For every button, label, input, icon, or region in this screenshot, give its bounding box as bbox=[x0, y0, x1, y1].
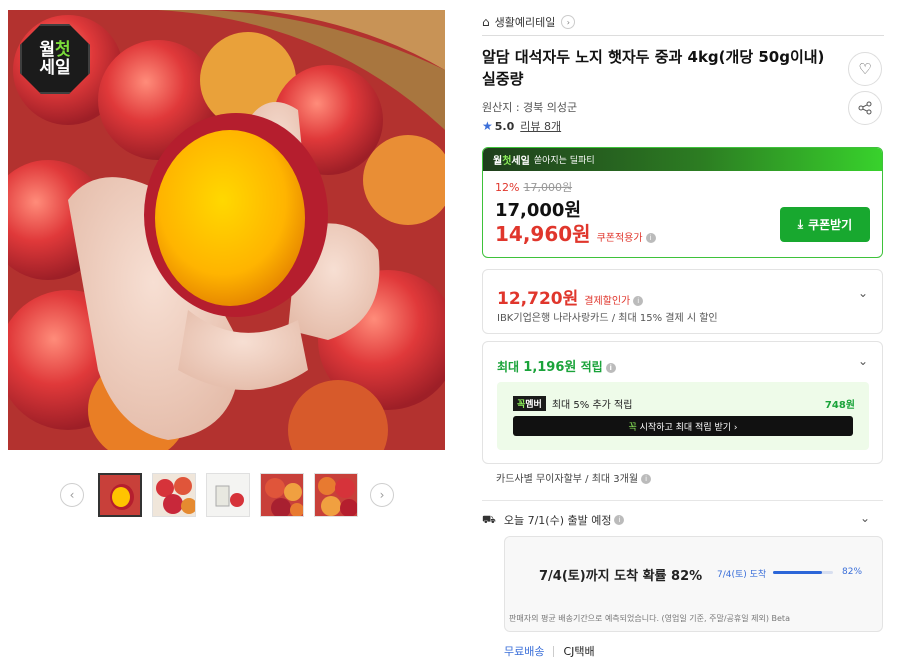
download-icon: ⤓ bbox=[797, 217, 804, 231]
heart-icon[interactable]: ♡ bbox=[848, 52, 882, 86]
probability-label: 82% bbox=[842, 567, 863, 577]
breadcrumb-store[interactable]: 생활예리테일 bbox=[495, 14, 556, 30]
payment-price: 12,720원 bbox=[497, 289, 579, 309]
chevron-down-icon[interactable]: ⌄ bbox=[860, 511, 870, 525]
points-card: 최대 1,196원 적립 i ⌄ 꼭멤버 최대 5% 추가 적립 748원 꼭 시… bbox=[482, 341, 883, 464]
chevron-right-icon[interactable]: › bbox=[370, 483, 394, 507]
deal-box: 월 첫 세일 쏟아지는 딜파티 12% 17,000원 17,000원 14,960원… bbox=[482, 147, 883, 258]
rating-score: 5.0 bbox=[494, 119, 515, 133]
thumbnail-3[interactable] bbox=[206, 473, 250, 517]
delivery-footnote: 판매자의 평균 배송기간으로 예측되었습니다. (영업일 기준, 주말/공휴일 … bbox=[509, 614, 790, 623]
membership-tag: 꼭멤버 bbox=[513, 396, 546, 411]
coupon-price: 14,960원 bbox=[495, 222, 591, 246]
info-icon[interactable]: i bbox=[645, 233, 656, 243]
membership-amount: 748원 bbox=[824, 400, 855, 411]
installment-info: 카드사별 무이자할부 / 최대 3개월 i bbox=[482, 470, 652, 485]
product-gallery: 월첫 세일 ‹ › bbox=[0, 0, 460, 667]
info-icon[interactable]: i bbox=[633, 296, 644, 306]
truck-icon: ⛟ bbox=[482, 512, 496, 526]
coupon-download-button[interactable]: ⤓ 쿠폰받기 bbox=[780, 207, 870, 242]
membership-row: 꼭멤버 최대 5% 추가 적립 bbox=[513, 396, 632, 411]
points-header: 최대 1,196원 적립 i bbox=[497, 356, 616, 375]
share-icon[interactable] bbox=[848, 91, 882, 125]
thumbnail-strip: ‹ › bbox=[60, 470, 400, 520]
info-icon[interactable]: i bbox=[641, 474, 652, 484]
thumbnail-2[interactable] bbox=[152, 473, 196, 517]
payment-price-row: 12,720원 결제할인가 i bbox=[497, 284, 644, 309]
list-price: 17,000원 bbox=[523, 181, 573, 194]
shipping-method: 무료배송 CJ택배 bbox=[504, 643, 595, 659]
probability-bar bbox=[773, 571, 833, 574]
thumbnail-4[interactable] bbox=[260, 473, 304, 517]
chevron-down-icon[interactable]: ⌄ bbox=[858, 286, 868, 300]
carrier-label: CJ택배 bbox=[563, 645, 595, 658]
rating: ★ 5.0 리뷰 8개 bbox=[482, 118, 561, 134]
membership-start-button[interactable]: 꼭 시작하고 최대 적립 받기 › bbox=[513, 416, 853, 436]
info-icon[interactable]: i bbox=[614, 515, 625, 525]
divider bbox=[482, 500, 883, 501]
discount-rate: 12% bbox=[495, 181, 520, 194]
divider bbox=[482, 35, 884, 36]
chevron-left-icon[interactable]: ‹ bbox=[60, 483, 84, 507]
star-icon: ★ bbox=[482, 119, 493, 133]
chevron-right-icon[interactable]: › bbox=[561, 15, 576, 29]
info-icon[interactable]: i bbox=[605, 362, 616, 373]
discount-line: 12% 17,000원 bbox=[495, 179, 572, 195]
arrival-date: 7/4(토) 도착 bbox=[717, 570, 767, 580]
first-sale-badge: 월첫 세일 bbox=[20, 24, 90, 94]
free-shipping-label: 무료배송 bbox=[504, 645, 545, 658]
origin-text: 원산지 : 경북 의성군 bbox=[482, 101, 578, 114]
shipping-departure: ⛟ 오늘 7/1(수) 출발 예정 i bbox=[482, 512, 625, 528]
coupon-price-row: 14,960원 쿠폰적용가 i bbox=[495, 218, 656, 247]
review-link[interactable]: 리뷰 8개 bbox=[520, 118, 561, 134]
home-icon[interactable]: ⌂ bbox=[482, 15, 490, 29]
deal-header: 월 첫 세일 쏟아지는 딜파티 bbox=[483, 148, 882, 171]
delivery-estimate-box: 7/4(토)까지 도착 확률 82% 7/4(토) 도착 82% 판매자의 평균… bbox=[504, 536, 883, 632]
chevron-down-icon[interactable]: ⌄ bbox=[858, 354, 868, 368]
coupon-note: 쿠폰적용가 i bbox=[597, 229, 656, 244]
thumbnail-1[interactable] bbox=[98, 473, 142, 517]
product-info: ⌂ 생활예리테일 › 알담 대석자두 노지 햇자두 중과 4kg(개당 50g이… bbox=[482, 0, 884, 667]
membership-box: 꼭멤버 최대 5% 추가 적립 748원 꼭 시작하고 최대 적립 받기 › bbox=[497, 382, 869, 450]
breadcrumb[interactable]: ⌂ 생활예리테일 › bbox=[482, 12, 576, 32]
payment-desc: IBK기업은행 나라사랑카드 / 최대 15% 결제 시 할인 bbox=[497, 313, 718, 324]
arrival-headline: 7/4(토)까지 도착 확률 82% bbox=[539, 569, 703, 584]
product-title: 알담 대석자두 노지 햇자두 중과 4kg(개당 50g이내) 실중량 bbox=[482, 48, 825, 88]
probability-fill bbox=[773, 571, 823, 574]
payment-discount-card[interactable]: 12,720원 결제할인가 i IBK기업은행 나라사랑카드 / 최대 15% 결… bbox=[482, 269, 883, 334]
thumbnail-5[interactable] bbox=[314, 473, 358, 517]
